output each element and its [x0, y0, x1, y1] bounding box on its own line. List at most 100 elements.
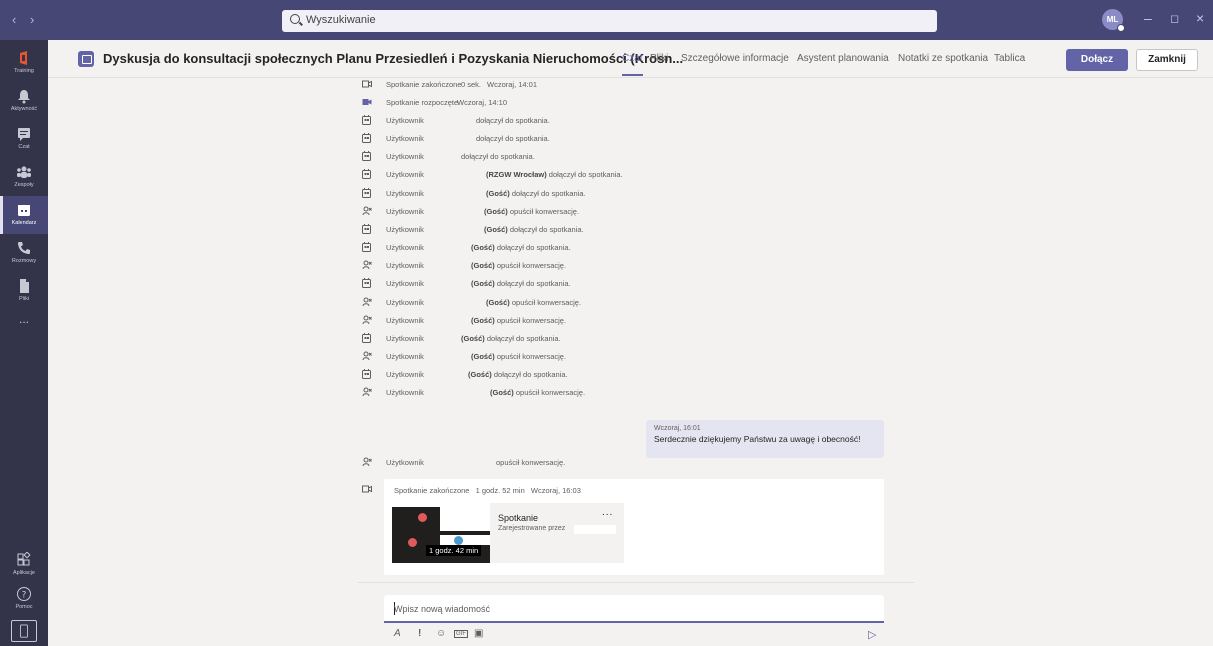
- maximize-icon[interactable]: ◻: [1170, 12, 1179, 25]
- event-action: opuścił konwersację.: [496, 261, 567, 271]
- rail-label: Pliki: [18, 296, 30, 302]
- close-window-icon[interactable]: ×: [1196, 10, 1204, 26]
- rail-label: Rozmowy: [11, 258, 37, 264]
- meeting-end-label: Spotkanie zakończone: [394, 486, 470, 495]
- person-joined-icon: [362, 223, 371, 234]
- help-icon: ?: [17, 587, 31, 601]
- bell-icon: [18, 90, 30, 104]
- presence-icon: [1117, 24, 1125, 32]
- join-button[interactable]: Dołącz: [1066, 49, 1128, 71]
- event-text: (Gość) opuścił konwersację.: [490, 388, 585, 397]
- rail-item-training[interactable]: Training: [0, 44, 48, 82]
- event-action: dołączył do spotkania.: [493, 370, 568, 380]
- tab-whiteboard[interactable]: Tablica: [994, 53, 1025, 64]
- message-bubble[interactable]: Wczoraj, 16:01 Serdecznie dziękujemy Pań…: [646, 420, 884, 458]
- person-joined-icon: [362, 187, 371, 198]
- event-user: Użytkownik: [386, 134, 424, 144]
- message-text: Serdecznie dziękujemy Państwu za uwagę i…: [654, 434, 861, 444]
- message-input[interactable]: Wpisz nową wiadomość: [384, 595, 884, 623]
- event-user: Użytkownik: [386, 388, 424, 398]
- rail-item-chat[interactable]: Czat: [0, 120, 48, 158]
- rail-item-calls[interactable]: Rozmowy: [0, 234, 48, 272]
- tab-meeting-notes[interactable]: Notatki ze spotkania: [898, 53, 988, 64]
- rail-item-files[interactable]: Pliki: [0, 272, 48, 310]
- calendar-icon: [18, 205, 30, 216]
- page-title: Dyskusja do konsultacji społecznych Plan…: [103, 51, 684, 66]
- divider: [358, 582, 914, 583]
- send-icon[interactable]: ▷: [868, 628, 876, 641]
- tab-chat[interactable]: Czat: [622, 53, 643, 76]
- event-user: Użytkownik: [386, 297, 424, 307]
- event-user: Użytkownik: [386, 315, 424, 325]
- event-text: (Gość) dołączył do spotkania.: [486, 189, 586, 198]
- gif-icon[interactable]: GIF: [454, 630, 468, 638]
- meeting-end-summary: Spotkanie zakończone 1 godz. 52 min Wczo…: [394, 486, 581, 495]
- recording-thumbnail[interactable]: 1 godz. 42 min: [392, 503, 490, 563]
- person-left-icon: [362, 206, 372, 215]
- meeting-header: Dyskusja do konsultacji społecznych Plan…: [48, 40, 1213, 78]
- avatar[interactable]: ML: [1102, 9, 1125, 32]
- guest-tag: (Gość): [471, 261, 495, 271]
- redacted-name: [574, 525, 616, 534]
- event-text: (Gość) opuścił konwersację.: [471, 261, 566, 270]
- rail-item-activity[interactable]: Aktywność: [0, 82, 48, 120]
- rail-item-teams[interactable]: Zespoły: [0, 158, 48, 196]
- event-action: opuścił konwersację.: [496, 315, 567, 325]
- recording-subtitle: Zarejestrowane przez: [498, 525, 566, 532]
- event-user: Użytkownik: [386, 224, 424, 234]
- close-button[interactable]: Zamknij: [1136, 49, 1198, 71]
- chat-pane: Spotkanie zakończone 0 sek. Wczoraj, 14:…: [48, 79, 1213, 646]
- rail-item-more[interactable]: ...: [0, 306, 48, 344]
- event-time: Wczoraj, 14:10: [457, 98, 508, 107]
- event-text: (Gość) dołączył do spotkania.: [471, 243, 571, 252]
- event-user: Użytkownik: [386, 370, 424, 380]
- event-text: (Gość) opuścił konwersację.: [484, 207, 579, 216]
- event-action: dołączył do spotkania.: [486, 333, 561, 343]
- minimize-icon[interactable]: –: [1144, 10, 1152, 26]
- back-arrow-icon[interactable]: ‹: [12, 12, 16, 27]
- guest-tag: (Gość): [471, 315, 495, 325]
- video-off-icon: [362, 485, 372, 493]
- person-left-icon: [362, 351, 372, 361]
- rail-label: Kalendarz: [11, 220, 37, 226]
- event-action: opuścił konwersację.: [511, 297, 582, 307]
- person-left-icon: [362, 260, 372, 270]
- more-options-icon[interactable]: ...: [602, 507, 613, 518]
- video-icon: [362, 99, 372, 105]
- event-action: dołączył do spotkania.: [548, 170, 623, 180]
- sticker-icon[interactable]: ▣: [474, 628, 483, 639]
- important-icon[interactable]: !: [418, 628, 421, 639]
- emoji-icon[interactable]: ☺: [436, 628, 446, 639]
- person-left-icon: [362, 297, 372, 306]
- tab-files[interactable]: Pliki: [650, 53, 668, 64]
- guest-tag: (Gość): [471, 351, 495, 361]
- mobile-icon: [20, 624, 28, 638]
- rail-item-apps[interactable]: Aplikacje: [0, 546, 48, 584]
- event-label: Spotkanie zakończone: [386, 80, 462, 89]
- apps-icon: [17, 552, 31, 566]
- event-action: dołączył do spotkania.: [496, 279, 571, 289]
- event-text: dołączył do spotkania.: [476, 116, 550, 125]
- more-icon: ...: [18, 312, 29, 326]
- event-text: (Gość) opuścił konwersację.: [486, 298, 581, 307]
- event-user: Użytkownik: [386, 243, 424, 253]
- search-input[interactable]: Wyszukiwanie: [282, 10, 937, 32]
- forward-arrow-icon[interactable]: ›: [30, 12, 34, 27]
- file-icon: [20, 279, 29, 293]
- rail-label: Zespoły: [14, 182, 34, 188]
- rail-item-help[interactable]: ? Pomoc: [0, 580, 48, 618]
- rail-item-device[interactable]: [0, 616, 48, 646]
- event-text: dołączył do spotkania.: [461, 152, 535, 161]
- composer-toolbar: A ! ☺ GIF ▣ ▷: [384, 625, 884, 643]
- avatar-initials: ML: [1106, 15, 1119, 24]
- tab-scheduling-assistant[interactable]: Asystent planowania: [797, 53, 889, 64]
- recording-info[interactable]: Spotkanie Zarejestrowane przez ...: [490, 503, 624, 563]
- format-icon[interactable]: A: [394, 628, 401, 639]
- chat-icon: [18, 128, 30, 141]
- teams-icon: [17, 166, 31, 178]
- guest-tag: (Gość): [471, 279, 495, 289]
- rail-label: Czat: [18, 144, 30, 150]
- rail-item-calendar[interactable]: Kalendarz: [0, 196, 48, 234]
- tab-details[interactable]: Szczegółowe informacje: [681, 53, 789, 64]
- event-user: Użytkownik: [386, 170, 424, 180]
